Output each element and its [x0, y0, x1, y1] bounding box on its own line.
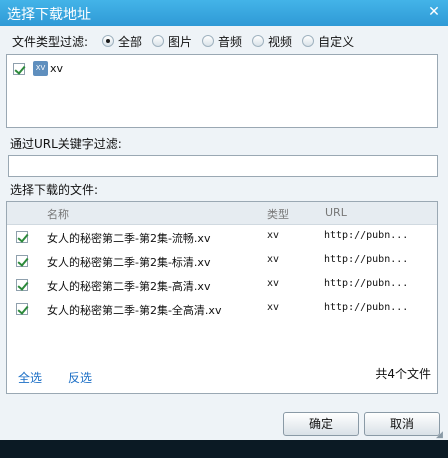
file-url: http://pubn... [324, 278, 409, 289]
file-type-radio-group: 全部 图片 音频 视频 自定义 [102, 33, 364, 49]
radio-label: 音频 [218, 34, 243, 49]
file-url: http://pubn... [324, 302, 409, 313]
file-type-ext: xv [50, 62, 64, 75]
file-type: xv [267, 302, 280, 313]
file-name: 女人的秘密第二季-第2集-高清.xv [47, 280, 211, 293]
dialog-title: 选择下载地址 [7, 7, 91, 23]
radio-button[interactable] [152, 35, 165, 47]
file-type: xv [267, 254, 280, 265]
table-row[interactable]: 女人的秘密第二季-第2集-高清.xv xv http://pubn... [7, 274, 437, 298]
close-icon[interactable]: ✕ [426, 4, 442, 20]
file-url: http://pubn... [324, 230, 409, 241]
radio-audio[interactable]: 音频 [202, 33, 242, 50]
download-dialog: 选择下载地址 ✕ 文件类型过滤: 全部 图片 音频 视频 自定义 XV xv 通… [0, 0, 448, 458]
radio-label: 图片 [168, 34, 193, 49]
select-all-link[interactable]: 全选 [18, 369, 42, 386]
radio-button[interactable] [252, 35, 265, 47]
file-type-filter-label: 文件类型过滤: [12, 35, 89, 49]
file-table: 名称 类型 URL 女人的秘密第二季-第2集-流畅.xv xv http://p… [6, 201, 438, 394]
column-url-header[interactable]: URL [325, 206, 347, 219]
column-name-header[interactable]: 名称 [47, 206, 69, 222]
radio-button[interactable] [302, 35, 315, 47]
files-label: 选择下载的文件: [10, 183, 99, 197]
table-row[interactable]: 女人的秘密第二季-第2集-流畅.xv xv http://pubn... [7, 226, 437, 250]
radio-button[interactable] [202, 35, 215, 47]
invert-selection-link[interactable]: 反选 [68, 369, 92, 386]
xv-file-icon: XV [33, 61, 48, 76]
row-checkbox[interactable] [16, 231, 28, 243]
file-type-list: XV xv [6, 54, 438, 128]
file-name: 女人的秘密第二季-第2集-流畅.xv [47, 232, 211, 245]
row-checkbox[interactable] [16, 279, 28, 291]
background-strip [0, 440, 448, 458]
title-bar[interactable]: 选择下载地址 ✕ [0, 0, 448, 26]
url-filter-label: 通过URL关键字过滤: [10, 137, 122, 151]
ok-button[interactable]: 确定 [283, 412, 359, 436]
radio-label: 视频 [268, 34, 293, 49]
row-checkbox[interactable] [16, 303, 28, 315]
table-header: 名称 类型 URL [7, 202, 437, 225]
radio-label: 全部 [118, 34, 143, 49]
file-type-item: XV xv [13, 61, 63, 76]
file-type: xv [267, 278, 280, 289]
file-type: xv [267, 230, 280, 241]
radio-label: 自定义 [318, 34, 355, 49]
resize-grip-icon[interactable]: ◢ [436, 430, 446, 440]
column-type-header[interactable]: 类型 [267, 206, 289, 222]
table-row[interactable]: 女人的秘密第二季-第2集-全高清.xv xv http://pubn... [7, 298, 437, 322]
url-filter-input[interactable] [8, 155, 438, 177]
file-name: 女人的秘密第二季-第2集-标清.xv [47, 256, 211, 269]
table-row[interactable]: 女人的秘密第二季-第2集-标清.xv xv http://pubn... [7, 250, 437, 274]
file-type-checkbox[interactable] [13, 62, 25, 75]
cancel-button[interactable]: 取消 [364, 412, 440, 436]
radio-image[interactable]: 图片 [152, 33, 192, 50]
file-name: 女人的秘密第二季-第2集-全高清.xv [47, 304, 222, 317]
radio-button[interactable] [102, 35, 114, 47]
row-checkbox[interactable] [16, 255, 28, 267]
file-url: http://pubn... [324, 254, 409, 265]
radio-all[interactable]: 全部 [102, 33, 142, 50]
file-count: 共4个文件 [375, 367, 431, 381]
radio-video[interactable]: 视频 [252, 33, 292, 50]
radio-custom[interactable]: 自定义 [302, 33, 354, 50]
